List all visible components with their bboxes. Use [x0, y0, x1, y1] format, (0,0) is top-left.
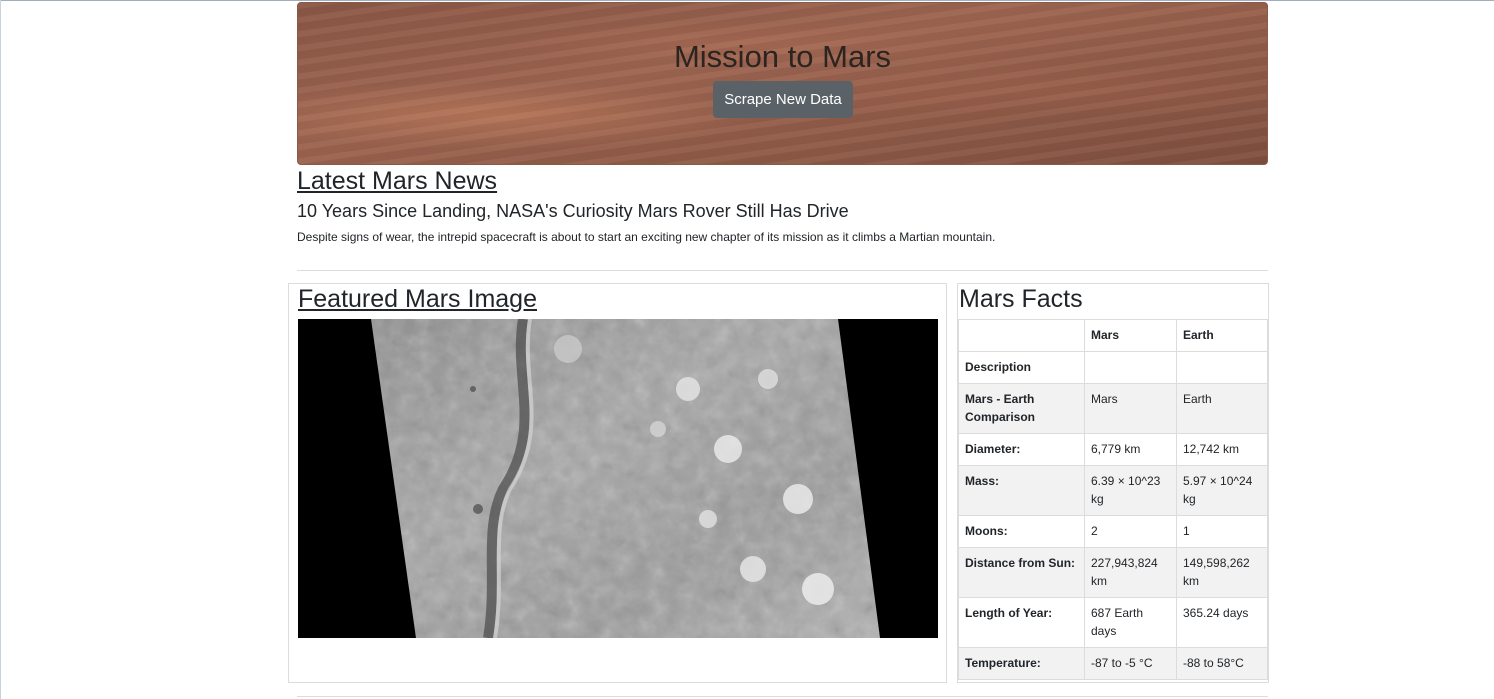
earth-value: 12,742 km: [1176, 433, 1268, 466]
earth-value: 149,598,262 km: [1176, 547, 1268, 598]
news-paragraph: Despite signs of wear, the intrepid spac…: [297, 230, 996, 244]
earth-value: [1176, 351, 1268, 384]
mars-value: 227,943,824 km: [1084, 547, 1177, 598]
row-label: Moons:: [958, 515, 1085, 548]
column-header-earth: Earth: [1176, 319, 1268, 352]
mars-value: -87 to -5 °C: [1084, 647, 1177, 680]
mars-value: 6,779 km: [1084, 433, 1177, 466]
table-row: Moons: 2 1: [958, 515, 1268, 548]
row-label: Mass:: [958, 465, 1085, 516]
table-row: Diameter: 6,779 km 12,742 km: [958, 433, 1268, 466]
divider: [297, 270, 1268, 271]
mars-facts-panel: Mars Facts Mars Earth Description Mars -…: [957, 283, 1269, 683]
window-top-border: [0, 0, 1494, 1]
earth-value: Earth: [1176, 383, 1268, 434]
table-header-row: Mars Earth: [958, 319, 1268, 352]
featured-image-heading: Featured Mars Image: [298, 285, 537, 313]
table-row: Distance from Sun: 227,943,824 km 149,59…: [958, 547, 1268, 598]
mars-value: 687 Earth days: [1084, 597, 1177, 648]
divider: [297, 696, 1268, 697]
window-left-border: [0, 0, 1, 699]
table-row: Length of Year: 687 Earth days 365.24 da…: [958, 597, 1268, 648]
earth-value: -88 to 58°C: [1176, 647, 1268, 680]
row-label: Description: [958, 351, 1085, 384]
row-label: Length of Year:: [958, 597, 1085, 648]
earth-value: 365.24 days: [1176, 597, 1268, 648]
table-row: Description: [958, 351, 1268, 384]
mars-value: [1084, 351, 1177, 384]
row-label: Distance from Sun:: [958, 547, 1085, 598]
earth-value: 1: [1176, 515, 1268, 548]
table-row: Mars - Earth Comparison Mars Earth: [958, 383, 1268, 434]
latest-news-heading: Latest Mars News: [297, 167, 498, 195]
table-row: Mass: 6.39 × 10^23 kg 5.97 × 10^24 kg: [958, 465, 1268, 516]
mars-value: 6.39 × 10^23 kg: [1084, 465, 1177, 516]
row-label: Mars - Earth Comparison: [958, 383, 1085, 434]
mars-facts-heading: Mars Facts: [959, 285, 1083, 313]
column-header-mars: Mars: [1084, 319, 1177, 352]
mars-value: 2: [1084, 515, 1177, 548]
featured-mars-image[interactable]: [298, 319, 938, 638]
scrape-new-data-button[interactable]: Scrape New Data: [713, 81, 853, 118]
mars-value: Mars: [1084, 383, 1177, 434]
news-title: 10 Years Since Landing, NASA's Curiosity…: [297, 201, 849, 221]
mars-surface-image: [298, 319, 938, 638]
column-header: [958, 319, 1085, 352]
table-row: Temperature: -87 to -5 °C -88 to 58°C: [958, 647, 1268, 680]
featured-image-panel: Featured Mars Image: [288, 283, 947, 683]
row-label: Diameter:: [958, 433, 1085, 466]
mars-facts-table: Mars Earth Description Mars - Earth Comp…: [958, 319, 1268, 680]
row-label: Temperature:: [958, 647, 1085, 680]
page-title: Mission to Mars: [673, 39, 892, 74]
jumbotron-banner: Mission to Mars Scrape New Data: [297, 2, 1268, 165]
earth-value: 5.97 × 10^24 kg: [1176, 465, 1268, 516]
